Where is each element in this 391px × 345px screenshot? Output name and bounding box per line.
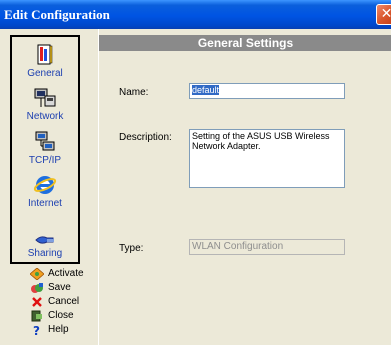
help-button[interactable]: ? Help bbox=[28, 323, 104, 338]
save-icon bbox=[30, 282, 44, 294]
panel-header: General Settings bbox=[99, 35, 391, 51]
type-label: Type: bbox=[119, 243, 144, 254]
window-title: Edit Configuration bbox=[4, 7, 110, 22]
name-input[interactable]: default bbox=[189, 83, 345, 99]
description-label: Description: bbox=[119, 132, 172, 143]
help-label: Help bbox=[48, 324, 69, 335]
close-button[interactable]: Close bbox=[28, 309, 104, 323]
nav-item-network[interactable]: Network bbox=[12, 86, 78, 122]
activate-label: Activate bbox=[48, 268, 84, 279]
actions-list: Activate Save Cancel Close ? Help bbox=[28, 267, 104, 338]
nav-item-internet[interactable]: Internet bbox=[12, 173, 78, 209]
title-bar: Edit Configuration ✕ bbox=[0, 0, 391, 29]
type-field: WLAN Configuration bbox=[189, 239, 345, 255]
nav-label-internet: Internet bbox=[28, 198, 62, 209]
internet-icon bbox=[33, 173, 57, 197]
nav-label-sharing: Sharing bbox=[27, 248, 63, 259]
nav-label-tcpip: TCP/IP bbox=[28, 155, 62, 166]
cancel-icon bbox=[30, 296, 44, 308]
sharing-icon bbox=[33, 233, 57, 247]
svg-text:?: ? bbox=[33, 324, 40, 336]
tcpip-icon bbox=[33, 130, 57, 154]
activate-icon bbox=[29, 267, 45, 281]
close-window-button[interactable]: ✕ bbox=[376, 4, 391, 25]
cancel-label: Cancel bbox=[48, 296, 80, 307]
edit-configuration-window: Edit Configuration ✕ General Network TCP… bbox=[0, 0, 391, 345]
general-icon bbox=[33, 43, 57, 67]
name-value: default bbox=[192, 85, 220, 95]
activate-button[interactable]: Activate bbox=[28, 267, 104, 281]
name-label: Name: bbox=[119, 87, 149, 98]
description-textarea[interactable]: Setting of the ASUS USB Wireless Network… bbox=[189, 129, 345, 188]
nav-label-network: Network bbox=[26, 111, 64, 122]
nav-item-general[interactable]: General bbox=[12, 43, 78, 79]
nav-item-sharing[interactable]: Sharing bbox=[12, 233, 78, 259]
save-button[interactable]: Save bbox=[28, 281, 104, 295]
general-settings-panel: General Settings Name: default Descripti… bbox=[98, 29, 391, 345]
sidebar: General Network TCP/IP Internet Sharing … bbox=[0, 29, 104, 345]
cancel-button[interactable]: Cancel bbox=[28, 295, 104, 309]
nav-item-tcpip[interactable]: TCP/IP bbox=[12, 130, 78, 166]
network-icon bbox=[33, 86, 57, 110]
close-icon bbox=[30, 310, 44, 322]
nav-panel: General Network TCP/IP Internet Sharing bbox=[10, 35, 80, 264]
nav-label-general: General bbox=[27, 68, 63, 79]
help-icon: ? bbox=[30, 324, 44, 338]
save-label: Save bbox=[48, 282, 71, 293]
close-label: Close bbox=[48, 310, 74, 321]
